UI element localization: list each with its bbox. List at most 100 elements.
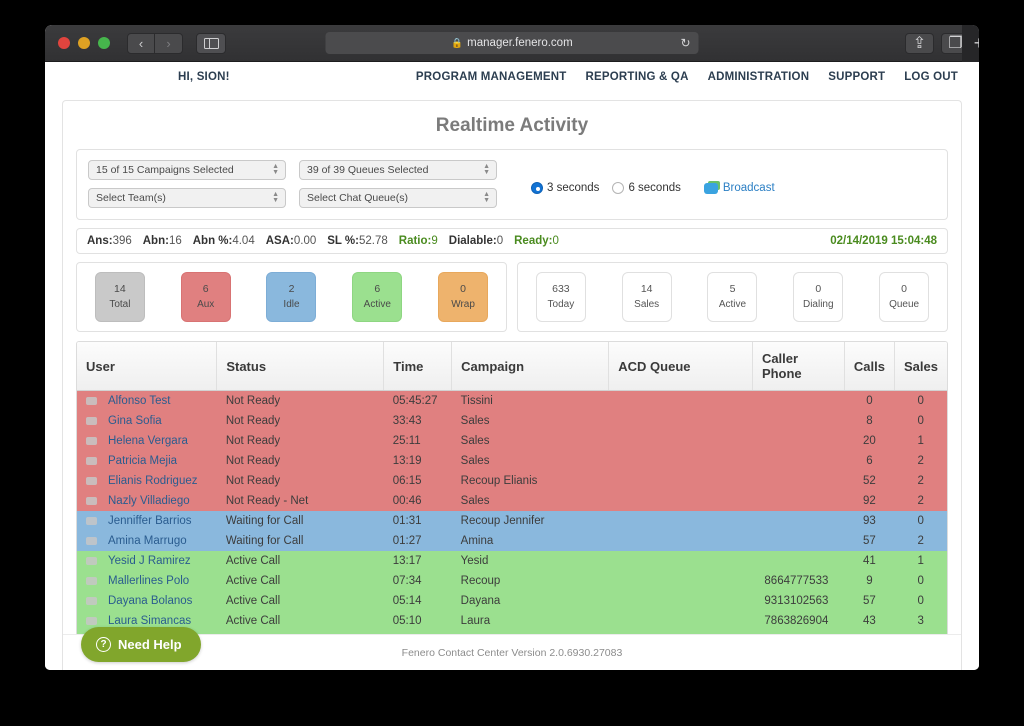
tile-label: Today [548, 297, 575, 313]
chat-bubble-icon[interactable] [86, 397, 97, 405]
table-row[interactable]: Elianis RodriguezNot Ready06:15Recoup El… [77, 471, 947, 491]
table-row[interactable]: Laura SimancasActive Call05:10Laura78638… [77, 611, 947, 631]
cell-user[interactable]: Helena Vergara [77, 431, 217, 451]
share-button[interactable]: ⇪ [905, 33, 934, 54]
chat-bubble-icon[interactable] [86, 517, 97, 525]
table-row[interactable]: Gina SofiaNot Ready33:43Sales80 [77, 411, 947, 431]
table-row[interactable]: Dayana BolanosActive Call05:14Dayana9313… [77, 591, 947, 611]
user-name-link[interactable]: Helena Vergara [108, 435, 188, 447]
user-name-link[interactable]: Jenniffer Barrios [108, 515, 192, 527]
agent-tile-aux[interactable]: 6Aux [181, 272, 231, 322]
table-row[interactable]: Jenniffer BarriosWaiting for Call01:31Re… [77, 511, 947, 531]
window-controls[interactable] [58, 37, 110, 49]
nav-link-support[interactable]: SUPPORT [828, 71, 885, 83]
call-tile-active[interactable]: 5Active [707, 272, 757, 322]
table-row[interactable]: Amina MarrugoWaiting for Call01:27Amina5… [77, 531, 947, 551]
nav-link-reporting-qa[interactable]: REPORTING & QA [585, 71, 688, 83]
radio-6-seconds[interactable] [612, 182, 624, 194]
teams-select[interactable]: Select Team(s) ▲▼ [88, 188, 286, 208]
user-name-link[interactable]: Elianis Rodriguez [108, 475, 198, 487]
campaigns-select[interactable]: 15 of 15 Campaigns Selected ▲▼ [88, 160, 286, 180]
user-name-link[interactable]: Mallerlines Polo [108, 575, 189, 587]
chat-bubble-icon[interactable] [86, 597, 97, 605]
radio-3-seconds[interactable] [531, 182, 543, 194]
agent-tile-idle[interactable]: 2Idle [266, 272, 316, 322]
cell-user[interactable]: Gina Sofia [77, 411, 217, 431]
need-help-button[interactable]: ? Need Help [81, 627, 201, 662]
chat-bubble-icon[interactable] [86, 477, 97, 485]
new-tab-button[interactable]: + [962, 25, 979, 62]
chat-queues-select[interactable]: Select Chat Queue(s) ▲▼ [299, 188, 497, 208]
tile-label: Aux [197, 297, 214, 313]
user-name-link[interactable]: Amina Marrugo [108, 535, 187, 547]
cell-user[interactable]: Elianis Rodriguez [77, 471, 217, 491]
agent-tile-total[interactable]: 14Total [95, 272, 145, 322]
column-header-caller-phone[interactable]: Caller Phone [752, 342, 844, 391]
cell-user[interactable]: Patricia Mejia [77, 451, 217, 471]
user-name-link[interactable]: Laura Simancas [108, 615, 191, 627]
radio-3-seconds-label: 3 seconds [547, 182, 599, 194]
table-row[interactable]: Mallerlines PoloActive Call07:34Recoup86… [77, 571, 947, 591]
address-bar[interactable]: 🔒 manager.fenero.com ↻ [326, 32, 699, 54]
agent-tile-wrap[interactable]: 0Wrap [438, 272, 488, 322]
call-tile-today[interactable]: 633Today [536, 272, 586, 322]
column-header-sales[interactable]: Sales [894, 342, 947, 391]
call-tile-dialing[interactable]: 0Dialing [793, 272, 843, 322]
cell-status: Not Ready [217, 471, 384, 491]
chat-bubble-icon[interactable] [86, 537, 97, 545]
nav-link-log-out[interactable]: LOG OUT [904, 71, 958, 83]
chat-bubble-icon[interactable] [86, 557, 97, 565]
cell-user[interactable]: Dayana Bolanos [77, 591, 217, 611]
column-header-calls[interactable]: Calls [844, 342, 894, 391]
column-header-user[interactable]: User [77, 342, 217, 391]
user-name-link[interactable]: Alfonso Test [108, 395, 170, 407]
chat-bubble-icon[interactable] [86, 617, 97, 625]
column-header-time[interactable]: Time [384, 342, 452, 391]
close-window-button[interactable] [58, 37, 70, 49]
cell-user[interactable]: Alfonso Test [77, 391, 217, 412]
agents-table: User Status Time Campaign ACD Queue Call… [77, 342, 947, 670]
cell-status: Not Ready [217, 431, 384, 451]
cell-acd-queue [609, 591, 753, 611]
call-tile-queue[interactable]: 0Queue [879, 272, 929, 322]
table-row[interactable]: Yesid J RamirezActive Call13:17Yesid411 [77, 551, 947, 571]
chat-bubble-icon[interactable] [86, 457, 97, 465]
agent-tile-active[interactable]: 6Active [352, 272, 402, 322]
user-name-link[interactable]: Patricia Mejia [108, 455, 177, 467]
back-button[interactable]: ‹ [127, 33, 155, 54]
table-row[interactable]: Alfonso TestNot Ready05:45:27Tissini00 [77, 391, 947, 412]
nav-link-program-management[interactable]: PROGRAM MANAGEMENT [416, 71, 567, 83]
page-body: HI, SION! PROGRAM MANAGEMENT REPORTING &… [45, 62, 979, 670]
column-header-acd-queue[interactable]: ACD Queue [609, 342, 753, 391]
user-name-link[interactable]: Dayana Bolanos [108, 595, 192, 607]
chat-bubble-icon[interactable] [86, 417, 97, 425]
maximize-window-button[interactable] [98, 37, 110, 49]
reload-icon[interactable]: ↻ [680, 36, 690, 50]
forward-button[interactable]: › [155, 33, 183, 54]
table-row[interactable]: Nazly VilladiegoNot Ready - Net00:46Sale… [77, 491, 947, 511]
user-name-link[interactable]: Gina Sofia [108, 415, 162, 427]
nav-link-administration[interactable]: ADMINISTRATION [708, 71, 810, 83]
queues-select[interactable]: 39 of 39 Queues Selected ▲▼ [299, 160, 497, 180]
teams-select-value: Select Team(s) [96, 192, 166, 204]
cell-user[interactable]: Jenniffer Barrios [77, 511, 217, 531]
cell-user[interactable]: Nazly Villadiego [77, 491, 217, 511]
column-header-campaign[interactable]: Campaign [452, 342, 609, 391]
call-tile-sales[interactable]: 14Sales [622, 272, 672, 322]
chat-bubble-icon[interactable] [86, 497, 97, 505]
cell-time: 33:43 [384, 411, 452, 431]
broadcast-link[interactable]: Broadcast [704, 182, 775, 194]
chat-bubble-icon[interactable] [86, 577, 97, 585]
cell-user[interactable]: Mallerlines Polo [77, 571, 217, 591]
table-row[interactable]: Patricia MejiaNot Ready13:19Sales62 [77, 451, 947, 471]
chat-bubble-icon[interactable] [86, 437, 97, 445]
sidebar-toggle-button[interactable] [196, 33, 226, 54]
cell-user[interactable]: Amina Marrugo [77, 531, 217, 551]
cell-user[interactable]: Yesid J Ramirez [77, 551, 217, 571]
table-row[interactable]: Helena VergaraNot Ready25:11Sales201 [77, 431, 947, 451]
column-header-status[interactable]: Status [217, 342, 384, 391]
minimize-window-button[interactable] [78, 37, 90, 49]
cell-caller-phone [752, 511, 844, 531]
user-name-link[interactable]: Nazly Villadiego [108, 495, 190, 507]
user-name-link[interactable]: Yesid J Ramirez [108, 555, 191, 567]
